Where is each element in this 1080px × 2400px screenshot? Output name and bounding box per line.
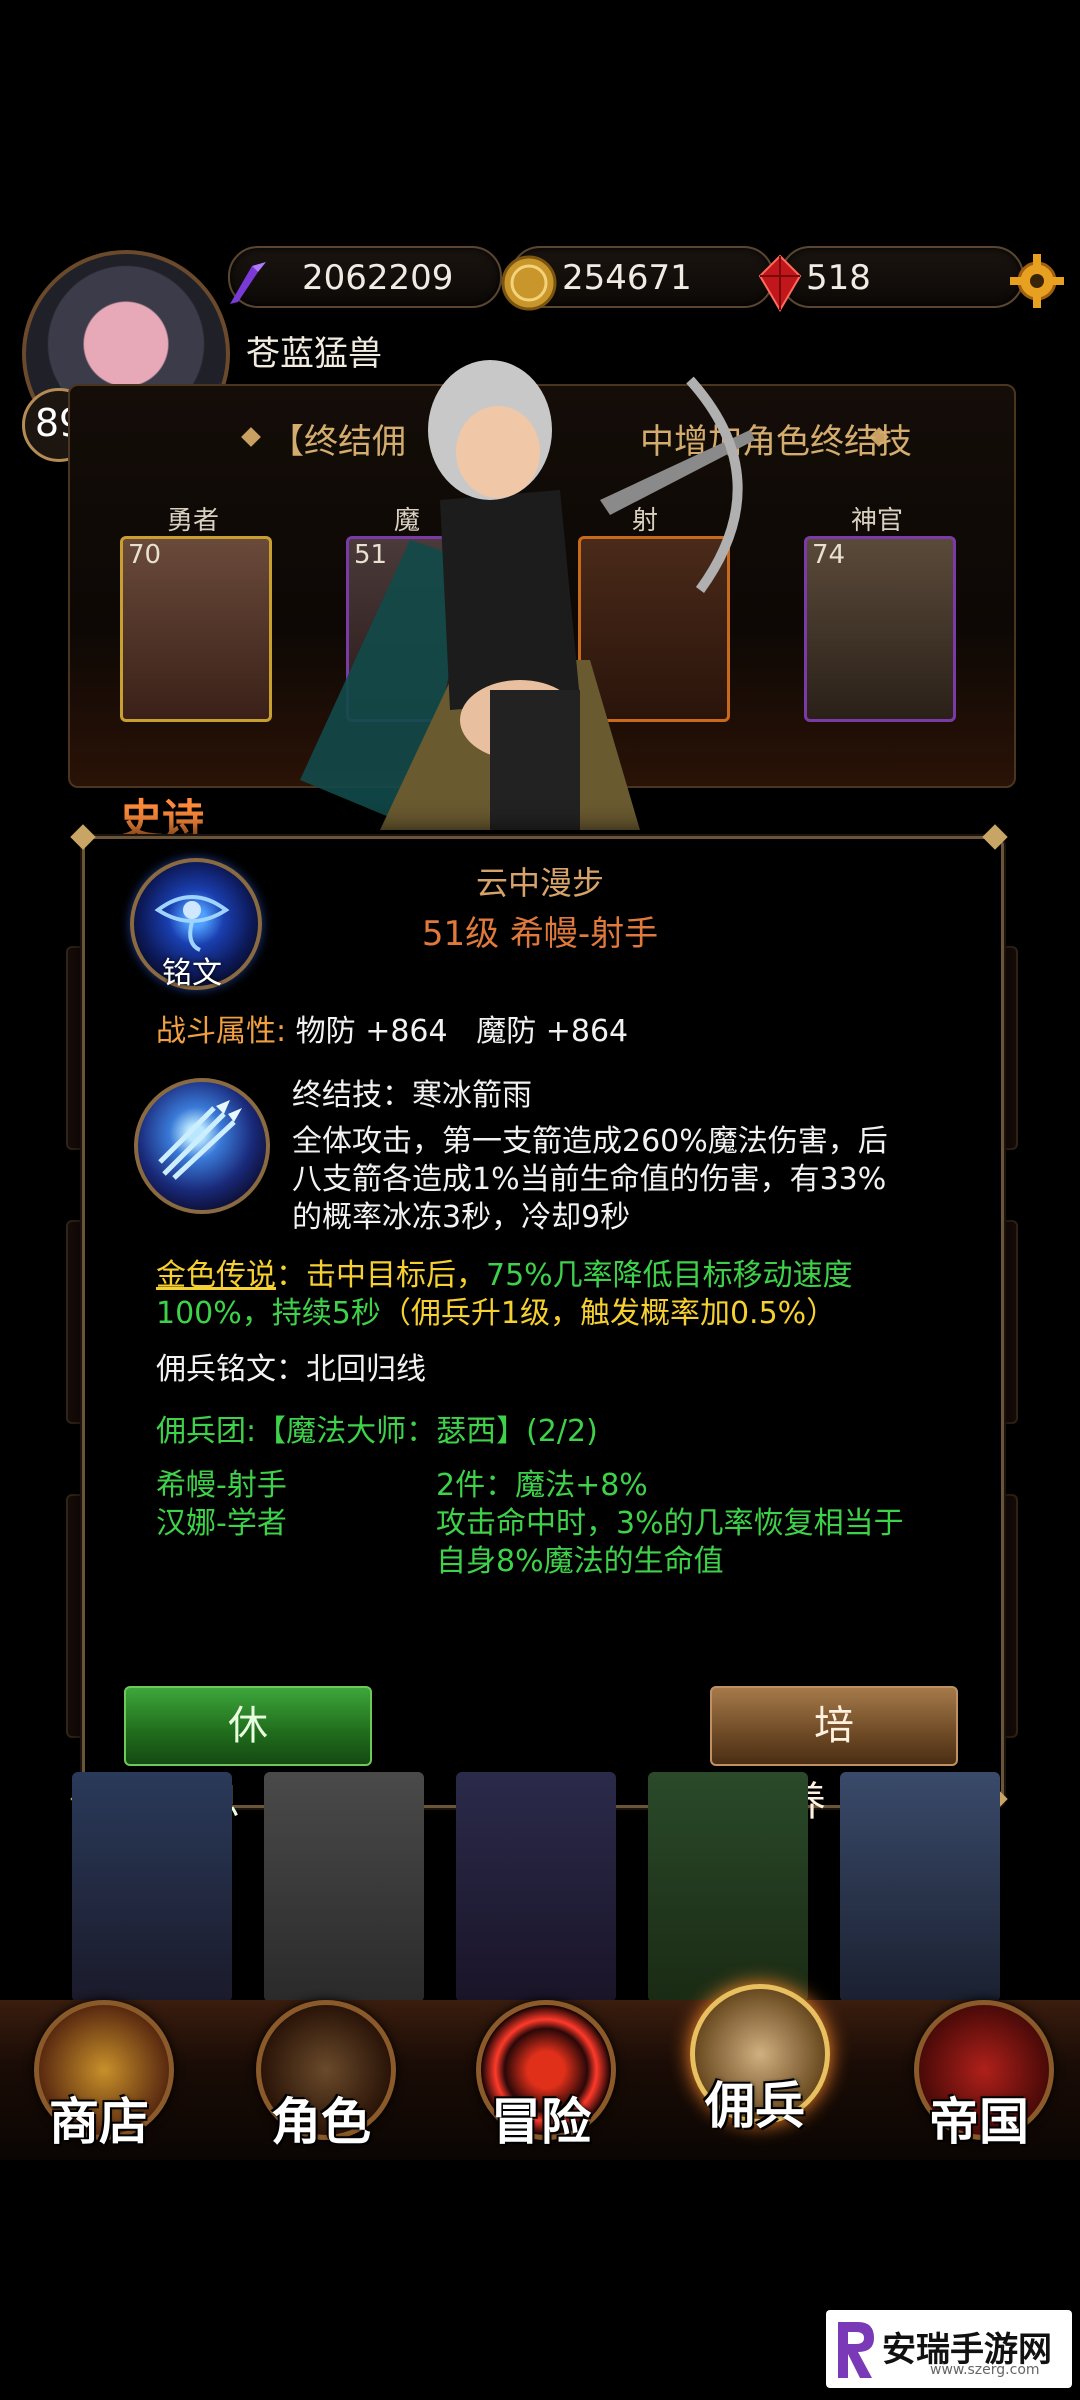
rest-button[interactable]: 休息: [124, 1686, 372, 1825]
ultimate-title: 终结技：寒冰箭雨: [292, 1078, 532, 1113]
mercenary-inscription: 佣兵铭文：北回归线: [156, 1352, 426, 1387]
nav-character[interactable]: 角色: [246, 1990, 396, 2160]
legendary-duration: 100%，持续5秒: [156, 1296, 381, 1331]
gold-amount: 254671: [562, 258, 692, 298]
gem-amount: 518: [806, 258, 871, 298]
nav-mercenary[interactable]: 佣兵: [680, 1974, 830, 2144]
nav-character-label: 角色: [271, 2092, 371, 2151]
slot-class-label: 勇者: [166, 506, 219, 536]
ultimate-desc-line: 全体攻击，第一支箭造成260%魔法伤害，后: [292, 1124, 888, 1159]
legendary-mid: ：击中目标后，: [276, 1258, 486, 1293]
regiment-bonus: 攻击命中时，3%的几率恢复相当于: [436, 1506, 904, 1541]
watermark-logo-icon: [838, 2322, 874, 2378]
hero-character-art: [300, 360, 755, 830]
nav-shop-label: 商店: [49, 2092, 149, 2151]
nav-adventure-label: 冒险: [491, 2092, 591, 2151]
combat-attr-label: 战斗属性:: [156, 1014, 287, 1049]
slot-class-label: 神官: [850, 506, 903, 536]
ultimate-desc-line: 的概率冰冻3秒，冷却9秒: [292, 1200, 631, 1235]
roster-card[interactable]: [648, 1772, 808, 2002]
nav-mercenary-label: 佣兵: [705, 2076, 805, 2135]
legendary-upgrade-note: （佣兵升1级，触发概率加0.5%）: [380, 1296, 837, 1331]
legendary-effect-line2: 100%，持续5秒（佣兵升1级，触发概率加0.5%）: [156, 1294, 836, 1334]
roster-card[interactable]: [456, 1772, 616, 2002]
watermark-url: www.szerg.com: [930, 2362, 1040, 2378]
unit-title: 51级 希幔-射手: [421, 914, 659, 954]
roster-card[interactable]: [72, 1772, 232, 2002]
nav-shop[interactable]: 商店: [24, 1990, 174, 2160]
slot-level: 70: [128, 540, 162, 570]
roster-card[interactable]: [264, 1772, 424, 2002]
regiment-bonus: 自身8%魔法的生命值: [436, 1544, 724, 1579]
regiment-title: 佣兵团:【魔法大师：瑟西】(2/2): [156, 1414, 598, 1449]
ice-arrow-rain-icon[interactable]: [134, 1078, 270, 1214]
regiment-bonus: 2件：魔法+8%: [436, 1468, 648, 1503]
settings-gear-icon[interactable]: [1010, 254, 1064, 308]
regiment-member: 希幔-射手: [156, 1468, 287, 1503]
nav-empire-label: 帝国: [929, 2092, 1029, 2151]
combat-attr-value: 物防 +864 魔防 +864: [295, 1014, 629, 1049]
ruby-gem-icon: [758, 254, 802, 312]
nav-adventure[interactable]: 冒险: [466, 1990, 616, 2160]
ultimate-desc-line: 八支箭各造成1%当前生命值的伤害，有33%: [292, 1162, 887, 1197]
combat-attributes: 战斗属性: 物防 +864 魔防 +864: [156, 1012, 628, 1052]
train-button[interactable]: 培养: [710, 1686, 958, 1825]
skill-name: 云中漫步: [475, 864, 604, 902]
gold-coin-icon: [501, 255, 557, 311]
soul-amount: 2062209: [302, 258, 454, 298]
legendary-effect-green: 75%几率降低目标移动速度: [486, 1258, 853, 1293]
legendary-effect: 金色传说：击中目标后，75%几率降低目标移动速度: [156, 1256, 853, 1296]
roster-card[interactable]: [840, 1772, 1000, 2002]
soul-crystal-icon: [230, 262, 266, 304]
legendary-label[interactable]: 金色传说: [156, 1258, 276, 1293]
nav-empire[interactable]: 帝国: [904, 1990, 1054, 2160]
regiment-member: 汉娜-学者: [156, 1506, 287, 1541]
